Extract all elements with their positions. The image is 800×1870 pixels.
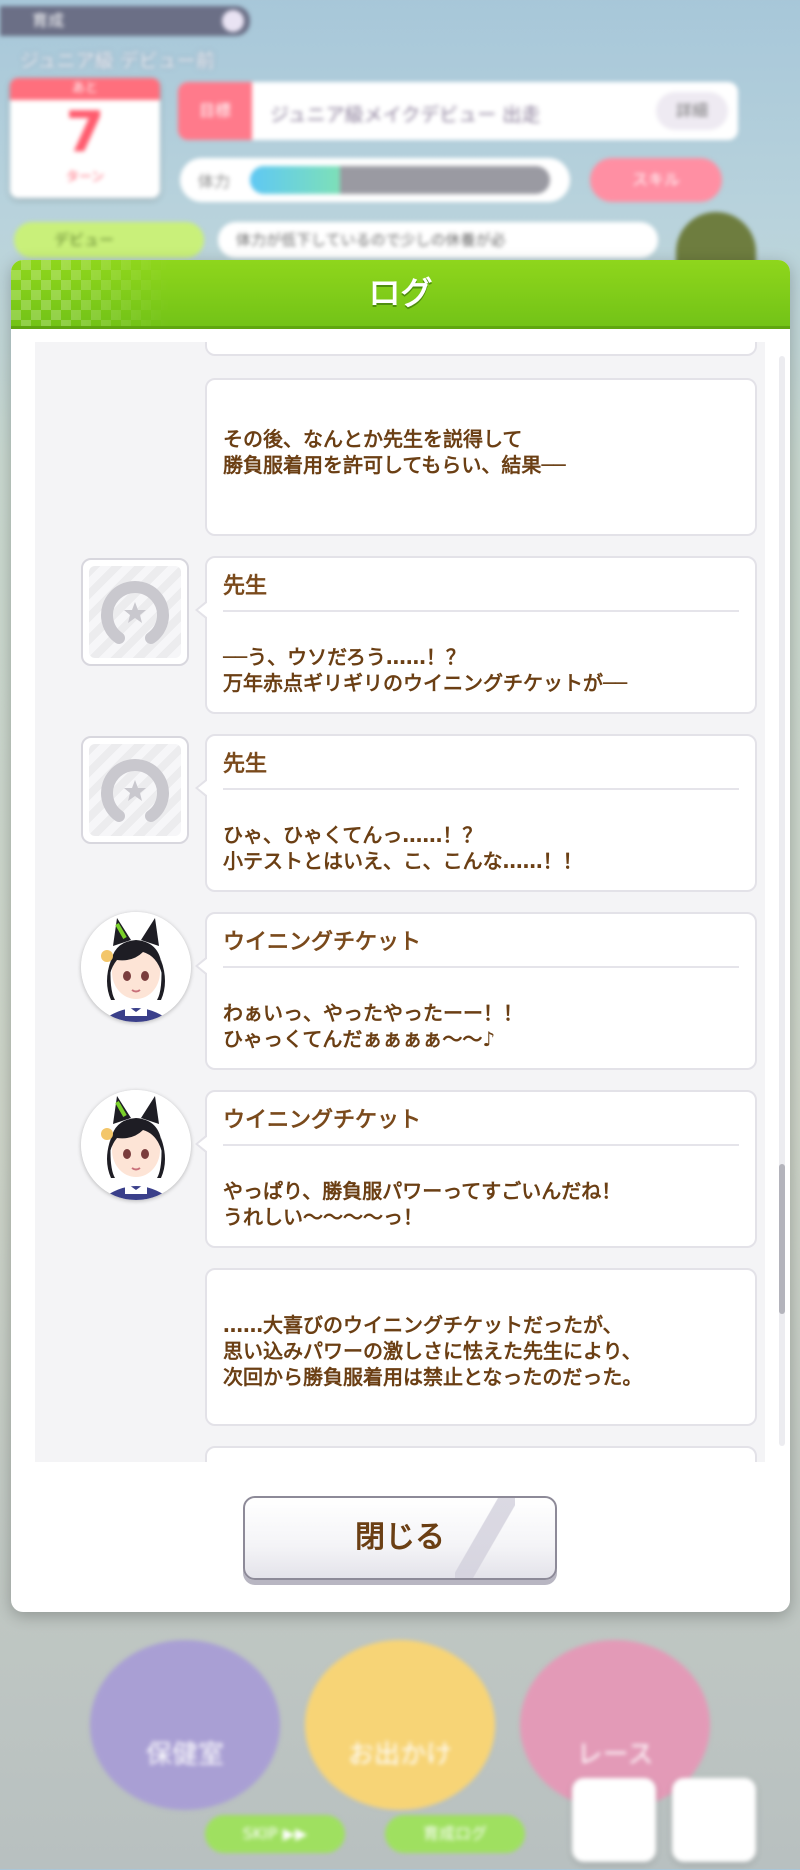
- log-icon: [572, 1778, 656, 1862]
- goal-panel: 目標 ジュニア級メイクデビュー 出走 詳細: [178, 82, 738, 140]
- log-scrollbar[interactable]: [779, 356, 785, 1446]
- training-log-button: 育成ログ: [385, 1815, 525, 1853]
- energy-bar: [250, 166, 550, 194]
- infirmary-button: 保健室: [90, 1640, 280, 1810]
- log-entry: その後、なんとか先生を説得して 勝負服着用を許可してもらい、結果──: [205, 378, 757, 536]
- menu-icon: [672, 1778, 756, 1862]
- log-entry-text: やっぱり、勝負服パワーってすごいんだね！ うれしい～～～～っ！: [223, 1179, 622, 1229]
- log-entry: ウイニングチケット やっぱり、勝負服パワーってすごいんだね！ うれしい～～～～っ…: [195, 1090, 757, 1248]
- outing-button: お出かけ: [305, 1640, 495, 1810]
- log-entry-text: ……大喜びのウイニングチケットだったが、 思い込みパワーの激しさに怯えた先生によ…: [223, 1313, 643, 1389]
- winning-ticket-avatar: [81, 912, 191, 1022]
- log-entry-text: ひゃ、ひゃくてんっ……！？ 小テストとはいえ、こ、こんな……！！: [223, 823, 583, 873]
- speech-tail: [195, 600, 208, 620]
- speaker-icon-frame: [81, 558, 189, 666]
- goal-tag: 目標: [178, 82, 252, 140]
- log-entry-text: ──う、ウソだろう……！？ 万年赤点ギリギリのウイニングチケットが──: [223, 645, 628, 695]
- speech-tail: [195, 956, 208, 976]
- speaker-icon-frame: [81, 736, 189, 844]
- speaker-divider: [223, 788, 739, 790]
- placeholder-avatar-icon: [89, 744, 181, 836]
- dialog-title: ログ: [368, 274, 433, 312]
- log-entry: 先生 ──う、ウソだろう……！？ 万年赤点ギリギリのウイニングチケットが──: [195, 556, 757, 714]
- energy-label: 体力: [198, 172, 231, 191]
- placeholder-avatar-icon: [89, 566, 181, 658]
- goal-detail-button: 詳細: [656, 92, 728, 130]
- log-entry-speaker: 先生: [223, 574, 268, 599]
- log-entry-speaker: 先生: [223, 752, 268, 777]
- winning-ticket-avatar: [81, 1090, 191, 1200]
- skill-button: スキル: [590, 158, 722, 202]
- speaker-divider: [223, 966, 739, 968]
- energy-fill: [250, 166, 340, 194]
- log-entry: ウイニングチケット わぁいっ、やったやったーー！！ ひゃっくてんだぁぁぁぁ～～♪: [195, 912, 757, 1070]
- turn-calendar: あと 7 ターン: [10, 78, 160, 198]
- class-label: ジュニア級 デビュー前: [20, 50, 215, 72]
- skip-button: SKIP ▶▶: [205, 1815, 345, 1853]
- log-dialog: ログ その後、なんとか先生を説得して 勝負服着用を許可してもらい、結果── 先生…: [11, 260, 790, 1612]
- log-entry: ……大喜びのウイニングチケットだったが、 思い込みパワーの激しさに怯えた先生によ…: [205, 1268, 757, 1426]
- hint-bubble: 体力が低下しているので少しの休養が必: [218, 222, 658, 258]
- log-entry-partial-top: [205, 342, 757, 356]
- mode-bar: 育成: [0, 6, 250, 36]
- log-list[interactable]: その後、なんとか先生を説得して 勝負服着用を許可してもらい、結果── 先生 ──…: [35, 342, 765, 1462]
- log-entry: 先生 ひゃ、ひゃくてんっ……！？ 小テストとはいえ、こ、こんな……！！: [195, 734, 757, 892]
- speech-tail: [195, 778, 208, 798]
- log-entry-speaker: ウイニングチケット: [223, 1108, 422, 1133]
- dialog-header: ログ: [11, 260, 790, 329]
- log-entry-partial-bottom: [205, 1446, 757, 1462]
- speaker-divider: [223, 610, 739, 612]
- log-entry-speaker: ウイニングチケット: [223, 930, 422, 955]
- turn-unit: ターン: [65, 170, 105, 185]
- log-scrollbar-thumb[interactable]: [779, 1164, 785, 1314]
- debut-badge: デビュー: [14, 222, 204, 258]
- goal-text: ジュニア級メイクデビュー 出走: [270, 104, 541, 126]
- energy-gauge: 体力: [180, 158, 570, 202]
- info-icon: [222, 10, 244, 32]
- close-button-label: 閉じる: [355, 1520, 445, 1555]
- log-entry-text: その後、なんとか先生を説得して 勝負服着用を許可してもらい、結果──: [223, 427, 566, 477]
- mode-label: 育成: [32, 11, 65, 30]
- log-entry-text: わぁいっ、やったやったーー！！ ひゃっくてんだぁぁぁぁ～～♪: [223, 1001, 523, 1051]
- speech-tail: [195, 1134, 208, 1154]
- close-button[interactable]: 閉じる: [243, 1496, 557, 1580]
- turn-number: 7: [65, 100, 105, 165]
- speaker-divider: [223, 1144, 739, 1146]
- calendar-header: あと: [10, 78, 160, 100]
